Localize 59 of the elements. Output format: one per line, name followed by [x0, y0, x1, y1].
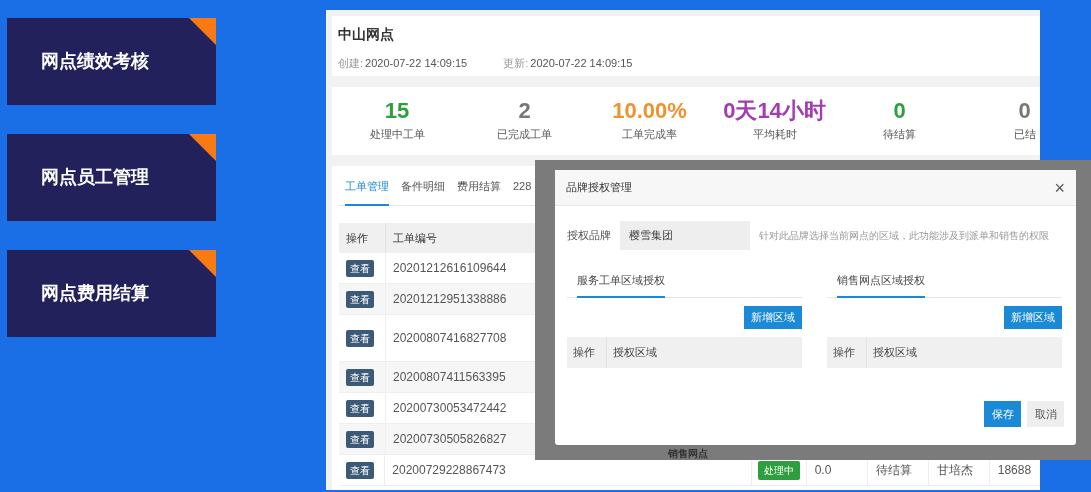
corner-triangle-icon: [189, 250, 216, 277]
order-number-cell-text: 20200730505826827: [392, 431, 508, 448]
close-button[interactable]: ×: [1054, 178, 1065, 197]
column-header: 授权区域: [872, 345, 917, 361]
brand-field[interactable]: 樱雪集团: [620, 221, 750, 250]
stat-label: 平均耗时: [752, 126, 797, 142]
cancel-button[interactable]: 取消: [1027, 401, 1064, 427]
tab[interactable]: 228: [513, 178, 532, 206]
menu-card[interactable]: 网点费用结算: [7, 250, 216, 337]
stat-label: 工单完成率: [622, 126, 677, 142]
order-number-cell-text: 20200807411563395: [392, 369, 507, 386]
tab[interactable]: 费用结算: [457, 178, 501, 206]
column-header: 工单编号: [392, 230, 437, 246]
stat-label: 待结算: [883, 126, 916, 142]
corner-triangle-icon: [189, 18, 216, 45]
view-button[interactable]: 查看: [346, 329, 374, 347]
order-number-cell-text: 20201212951338886: [392, 291, 508, 308]
stat-value: 10.00%: [612, 99, 687, 122]
column-header: 操作: [567, 337, 607, 368]
column-header: 销售网点: [668, 447, 708, 461]
updated-label: 更新:: [503, 56, 529, 71]
status-badge: 处理中: [757, 460, 800, 480]
order-number-cell-text: 20200730053472442: [392, 400, 508, 417]
column-header: 操作: [827, 337, 867, 368]
view-button[interactable]: 查看: [346, 461, 374, 479]
add-area-button[interactable]: 新增区域: [1004, 306, 1062, 329]
stat-label: 已结: [1013, 126, 1036, 142]
dialog-title: 品牌授权管理: [566, 180, 632, 196]
order-number-cell-text: 20200729228867473: [391, 462, 507, 479]
created-time: 2020-07-22 14:09:15: [365, 56, 468, 71]
stat-value: 15: [384, 99, 410, 122]
order-number-cell-text: 20200807416827708: [392, 330, 508, 347]
corner-triangle-icon: [189, 134, 216, 161]
hint-text: 针对此品牌选择当前网点的区域，此功能涉及到派单和销售的权限: [759, 229, 1049, 243]
view-button[interactable]: 查看: [346, 430, 374, 448]
view-button[interactable]: 查看: [346, 259, 374, 277]
view-button[interactable]: 查看: [346, 368, 374, 386]
section-tab[interactable]: 销售网点区域授权: [837, 270, 925, 298]
stat-label: 已完成工单: [497, 126, 552, 142]
brand-label: 授权品牌: [567, 228, 611, 244]
updated-time: 2020-07-22 14:09:15: [530, 56, 633, 71]
menu-card[interactable]: 网点员工管理: [7, 134, 216, 221]
column-header: 授权区域: [612, 345, 657, 361]
tab[interactable]: 工单管理: [345, 178, 389, 206]
tab[interactable]: 备件明细: [401, 178, 445, 206]
view-button[interactable]: 查看: [346, 290, 374, 308]
stat-value: 2: [518, 99, 531, 122]
stat-value: 0: [893, 99, 906, 122]
created-label: 创建:: [338, 56, 364, 71]
menu-card[interactable]: 网点绩效考核: [7, 18, 216, 105]
stat-value: 0: [1018, 99, 1031, 122]
add-area-button[interactable]: 新增区域: [744, 306, 802, 329]
section-tab[interactable]: 服务工单区域授权: [577, 270, 665, 298]
order-number-cell-text: 20201212616109644: [392, 260, 508, 277]
stat-value: 0天14小时: [723, 99, 826, 122]
save-button[interactable]: 保存: [984, 401, 1021, 427]
view-button[interactable]: 查看: [346, 399, 374, 417]
station-title: 中山网点: [338, 25, 394, 44]
stat-label: 处理中工单: [369, 126, 425, 142]
